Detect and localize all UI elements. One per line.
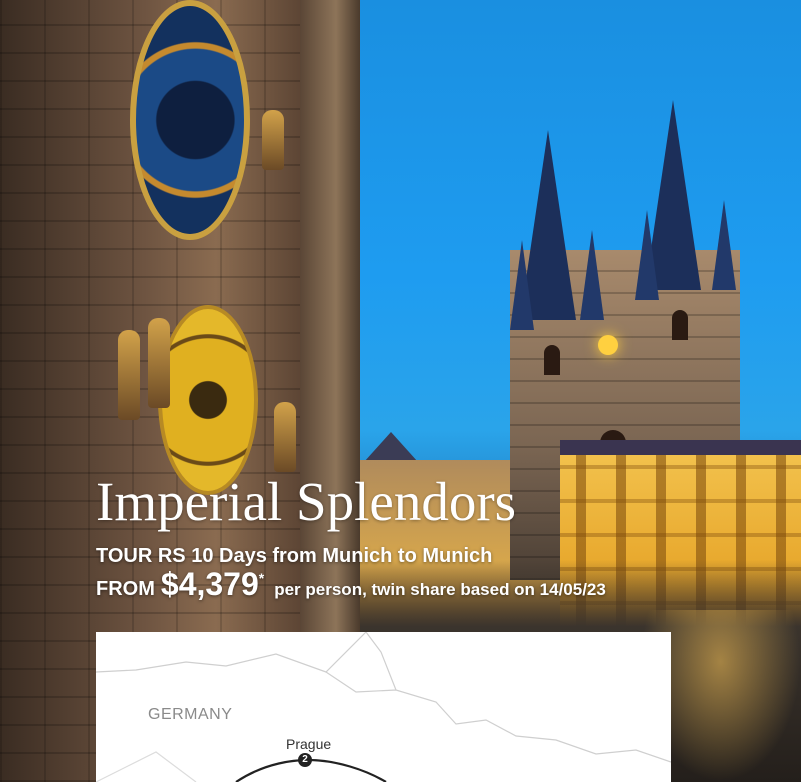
price-line: FROM $4,379* per person, twin share based …	[96, 566, 606, 603]
border-line	[325, 671, 671, 763]
country-label: GERMANY	[148, 706, 233, 723]
stop-number-badge: 2	[298, 753, 312, 767]
from-label: FROM	[96, 578, 155, 600]
border-line	[96, 751, 197, 782]
border-line	[96, 632, 367, 673]
route-map: GERMANY Prague 2	[96, 632, 671, 782]
city-label: Prague	[286, 736, 332, 752]
tour-title: Imperial Splendors	[96, 471, 517, 532]
tour-price: $4,379	[160, 566, 259, 602]
tour-overlay: Imperial Splendors TOUR RS 10 Days from …	[0, 0, 801, 782]
price-footnote-marker: *	[258, 570, 265, 586]
border-line	[365, 632, 397, 691]
price-note: per person, twin share based on 14/05/23	[274, 580, 606, 599]
